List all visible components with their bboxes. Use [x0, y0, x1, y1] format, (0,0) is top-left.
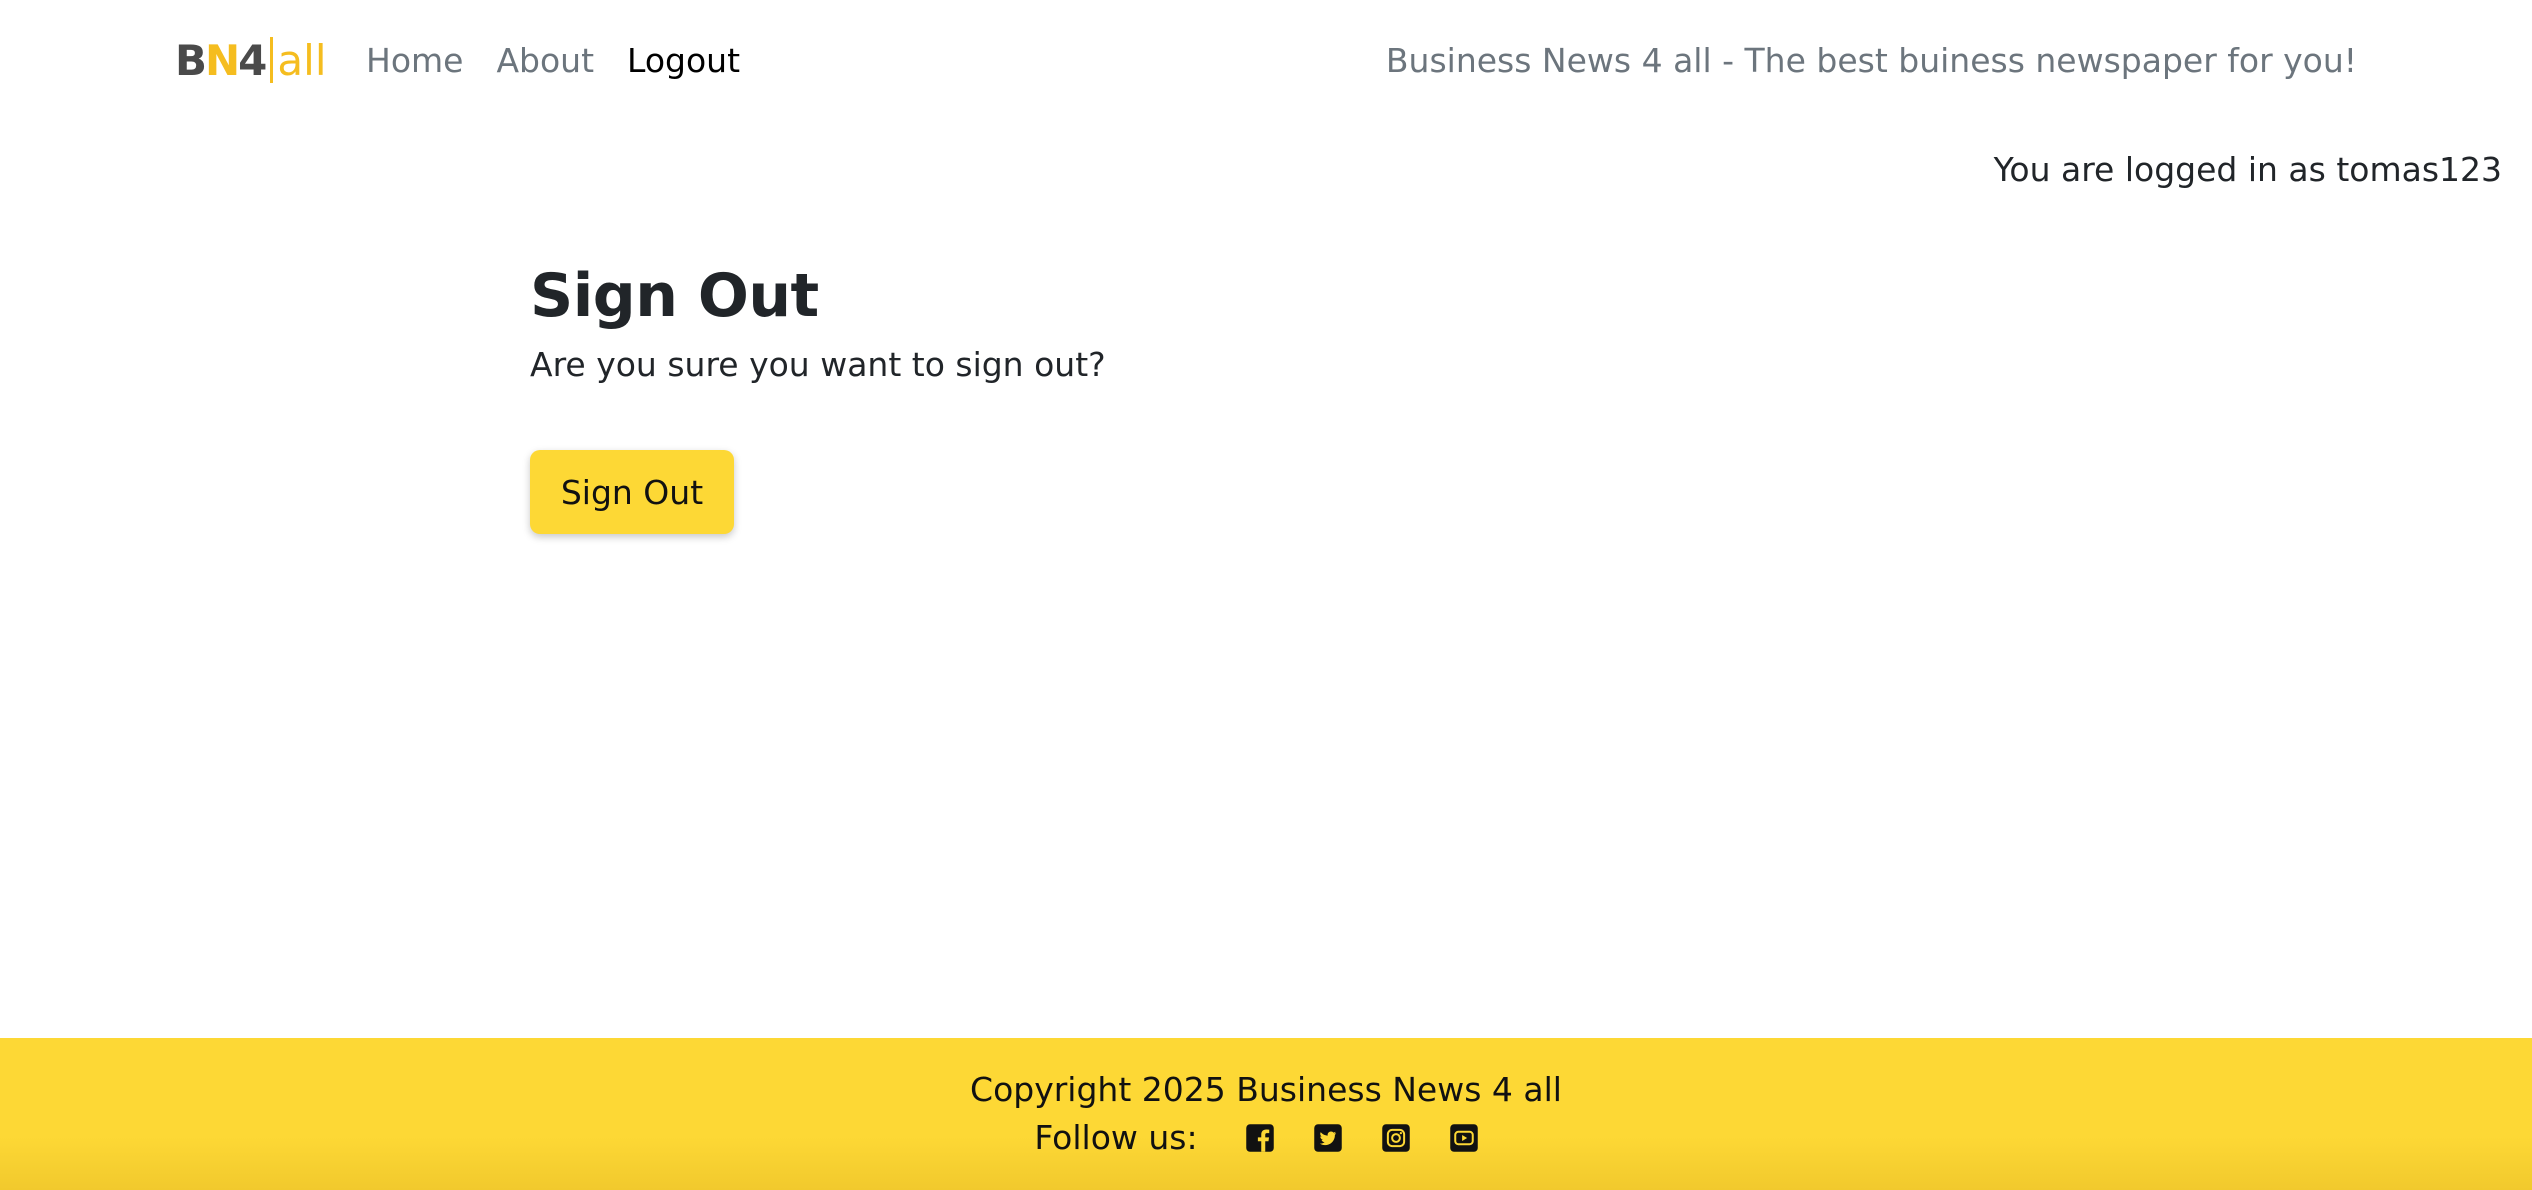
facebook-icon[interactable]: [1245, 1123, 1275, 1153]
brand-divider: [270, 37, 274, 83]
nav-link-home[interactable]: Home: [366, 41, 463, 80]
signout-section: Sign Out Are you sure you want to sign o…: [530, 258, 1106, 534]
brand-logo[interactable]: B N 4 all: [175, 32, 326, 88]
footer: Copyright 2025 Business News 4 all Follo…: [0, 1038, 2532, 1190]
youtube-icon[interactable]: [1449, 1123, 1479, 1153]
nav-link-logout[interactable]: Logout: [627, 41, 740, 80]
brand-digit-4: 4: [238, 35, 267, 85]
nav-link-about[interactable]: About: [496, 41, 594, 80]
sign-out-button[interactable]: Sign Out: [530, 450, 734, 534]
instagram-icon[interactable]: [1381, 1123, 1411, 1153]
nav-links: Home About Logout: [366, 32, 773, 88]
brand-letter-n: N: [205, 35, 240, 85]
copyright-text: Copyright 2025 Business News 4 all: [970, 1070, 1562, 1109]
brand-all: all: [277, 35, 327, 85]
page-title: Sign Out: [530, 261, 819, 331]
brand-letter-b: B: [175, 35, 207, 85]
signout-confirmation-text: Are you sure you want to sign out?: [530, 345, 1106, 384]
site-tagline: Business News 4 all - The best buiness n…: [1385, 40, 2357, 80]
twitter-icon[interactable]: [1313, 1123, 1343, 1153]
logged-in-status: You are logged in as tomas123: [1993, 150, 2502, 189]
follow-us-row: Follow us:: [0, 1118, 2532, 1157]
navbar: B N 4 all Home About Logout Business News 4…: [0, 0, 2532, 118]
follow-us-label: Follow us:: [1034, 1118, 1198, 1157]
